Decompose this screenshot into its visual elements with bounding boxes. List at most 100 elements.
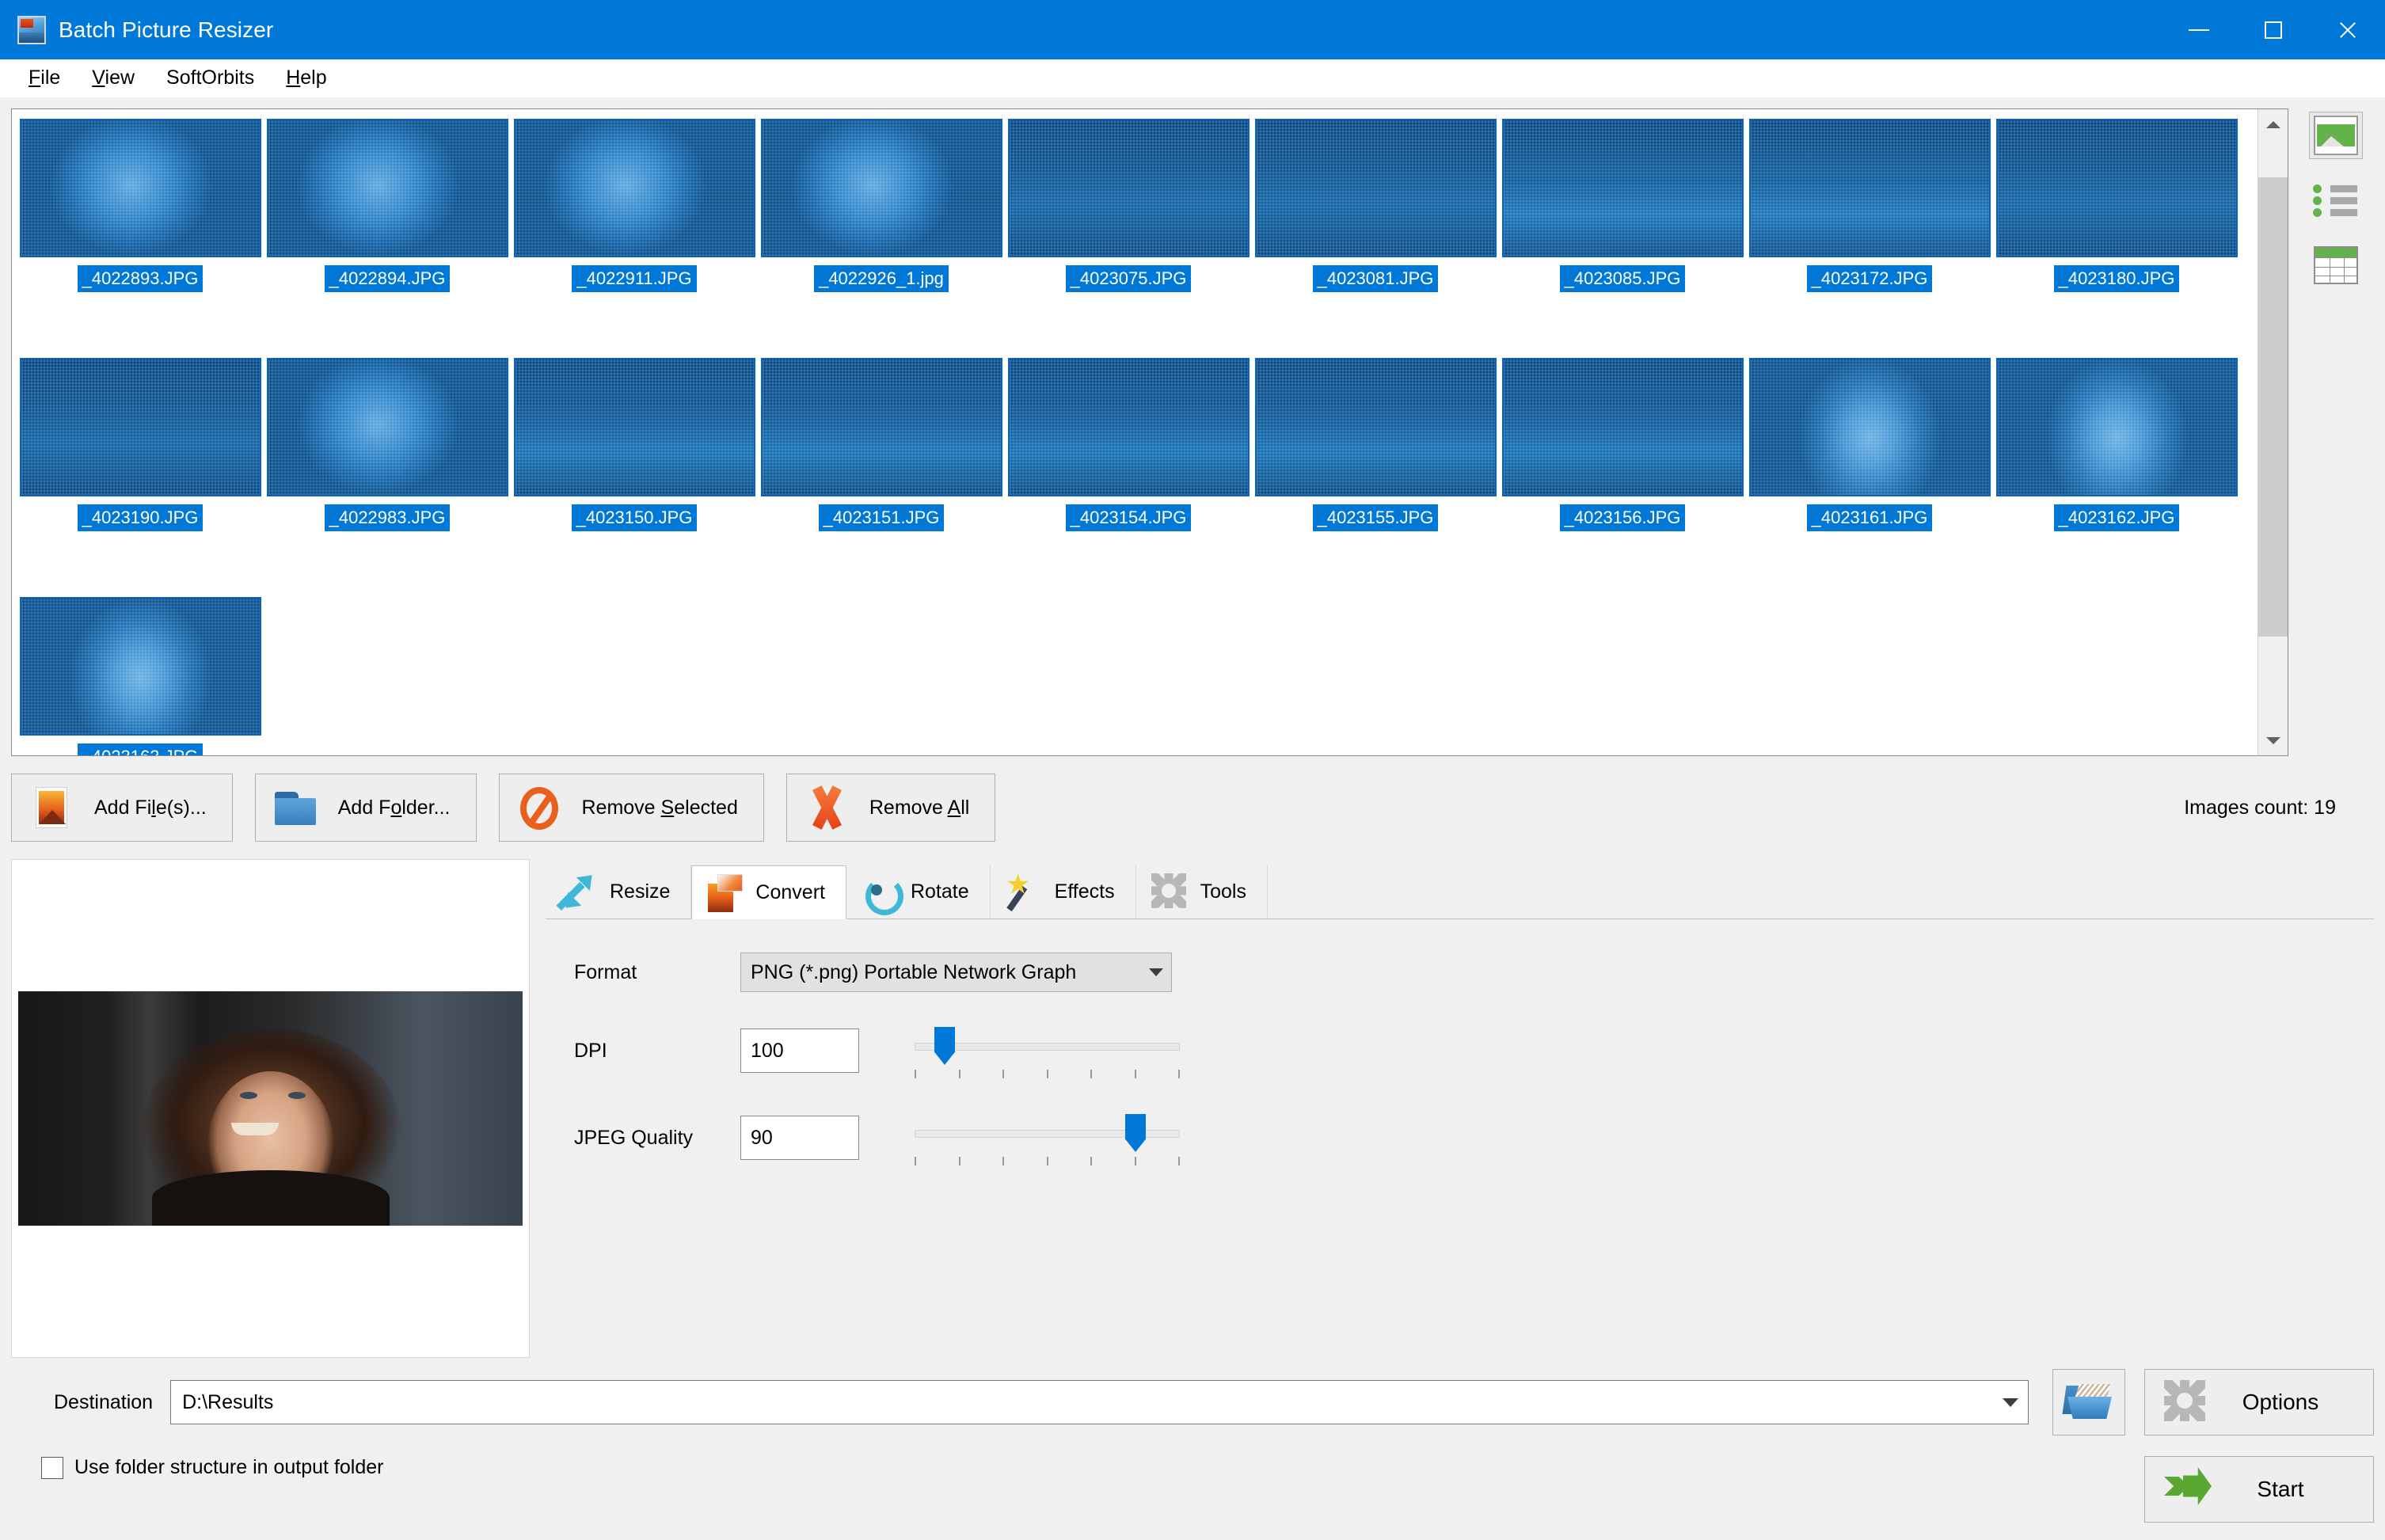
- thumbnail-item[interactable]: _4023156.JPG: [1499, 355, 1746, 594]
- thumbnail-image[interactable]: [19, 119, 261, 257]
- thumbnail-panel[interactable]: _4022893.JPG _4022894.JPG _4022911.JPG _402…: [11, 108, 2288, 756]
- menu-item-help[interactable]: Help: [270, 63, 342, 93]
- tab-convert[interactable]: Convert: [691, 865, 846, 919]
- start-button[interactable]: Start: [2144, 1456, 2374, 1523]
- scrollbar-thumb[interactable]: [2258, 177, 2288, 637]
- thumbnail-section: _4022893.JPG _4022894.JPG _4022911.JPG _402…: [11, 108, 2374, 756]
- scroll-down-icon: [2265, 736, 2280, 744]
- resize-arrow-icon: [558, 868, 599, 915]
- thumbnail-image[interactable]: [266, 119, 508, 257]
- thumbnail-label: _4022911.JPG: [572, 265, 697, 292]
- thumbnail-item[interactable]: _4023150.JPG: [511, 355, 758, 594]
- thumbnail-item[interactable]: _4023155.JPG: [1252, 355, 1499, 594]
- chevron-down-icon: [1149, 968, 1163, 976]
- jpeg-quality-slider[interactable]: [915, 1109, 1180, 1166]
- dpi-input[interactable]: 100: [740, 1029, 859, 1073]
- thumbnail-image[interactable]: [1995, 119, 2238, 257]
- jpeg-quality-input[interactable]: 90: [740, 1116, 859, 1160]
- thumbnail-label: _4023081.JPG: [1312, 265, 1439, 292]
- thumbnail-item[interactable]: _4022894.JPG: [264, 116, 511, 355]
- browse-folder-button[interactable]: [2052, 1369, 2125, 1435]
- view-mode-details-button[interactable]: [2309, 241, 2363, 289]
- jpeg-slider-ticks: [915, 1157, 1180, 1166]
- window-title: Batch Picture Resizer: [59, 17, 274, 42]
- minimize-button[interactable]: [2162, 0, 2236, 59]
- scroll-down-button[interactable]: [2258, 725, 2288, 755]
- thumbnail-item[interactable]: _4023161.JPG: [1746, 355, 1993, 594]
- thumbnail-item[interactable]: _4022983.JPG: [264, 355, 511, 594]
- jpeg-slider-handle[interactable]: [1125, 1114, 1146, 1152]
- thumbnail-image[interactable]: [1007, 358, 1250, 496]
- menu-item-file[interactable]: File: [13, 63, 76, 93]
- thumbnail-image[interactable]: [1007, 119, 1250, 257]
- thumbnail-item[interactable]: _4023190.JPG: [17, 355, 264, 594]
- thumbnail-image[interactable]: [1995, 358, 2238, 496]
- thumbnail-item[interactable]: _4023081.JPG: [1252, 116, 1499, 355]
- thumbnail-image[interactable]: [760, 358, 1002, 496]
- thumbnail-item[interactable]: _4023151.JPG: [758, 355, 1005, 594]
- thumbnail-label: _4022983.JPG: [324, 504, 451, 531]
- options-button[interactable]: Options: [2144, 1369, 2374, 1435]
- dpi-slider[interactable]: [915, 1022, 1180, 1079]
- dpi-value: 100: [751, 1039, 784, 1062]
- thumbnail-item[interactable]: _4023163.JPG: [17, 594, 264, 755]
- menu-item-view[interactable]: View: [76, 63, 150, 93]
- thumbnail-item[interactable]: _4022911.JPG: [511, 116, 758, 355]
- thumbnail-image[interactable]: [1748, 358, 1991, 496]
- destination-input[interactable]: D:\Results: [170, 1380, 2029, 1424]
- tab-rotate[interactable]: Rotate: [846, 865, 991, 918]
- menu-item-softorbits[interactable]: SoftOrbits: [150, 63, 270, 93]
- thumbnail-label: _4023154.JPG: [1065, 504, 1192, 531]
- view-mode-thumbnail-button[interactable]: [2309, 112, 2363, 159]
- thumbnail-image[interactable]: [1501, 358, 1744, 496]
- view-mode-list-button[interactable]: [2309, 177, 2363, 224]
- thumbnail-label: _4023172.JPG: [1806, 265, 1933, 292]
- thumbnail-item[interactable]: _4022926_1.jpg: [758, 116, 1005, 355]
- thumbnail-image[interactable]: [760, 119, 1002, 257]
- add-files-button[interactable]: Add File(s)...: [11, 774, 233, 842]
- thumbnail-grid[interactable]: _4022893.JPG _4022894.JPG _4022911.JPG _402…: [12, 109, 2258, 755]
- red-x-icon: [805, 785, 849, 830]
- thumbnail-label: _4023085.JPG: [1559, 265, 1686, 292]
- thumbnail-item[interactable]: _4022893.JPG: [17, 116, 264, 355]
- use-folder-structure-checkbox[interactable]: [41, 1456, 63, 1479]
- thumbnail-item[interactable]: _4023085.JPG: [1499, 116, 1746, 355]
- convert-image-icon: [706, 874, 744, 914]
- format-select[interactable]: PNG (*.png) Portable Network Graph: [740, 953, 1172, 992]
- thumbnail-image[interactable]: [513, 358, 755, 496]
- add-folder-button[interactable]: Add Folder...: [254, 774, 477, 842]
- use-folder-structure-row[interactable]: Use folder structure in output folder: [41, 1456, 2125, 1479]
- maximize-button[interactable]: [2236, 0, 2311, 59]
- thumbnail-item[interactable]: _4023075.JPG: [1005, 116, 1252, 355]
- remove-selected-button[interactable]: Remove Selected: [498, 774, 764, 842]
- thumbnail-item[interactable]: _4023162.JPG: [1993, 355, 2240, 594]
- thumbnail-label: _4022894.JPG: [324, 265, 451, 292]
- scroll-up-button[interactable]: [2258, 109, 2288, 139]
- tab-tools[interactable]: Tools: [1135, 865, 1268, 918]
- thumbnail-item[interactable]: _4023154.JPG: [1005, 355, 1252, 594]
- folder-icon: [273, 785, 318, 830]
- thumbnail-image[interactable]: [266, 358, 508, 496]
- thumbnail-image[interactable]: [19, 358, 261, 496]
- thumbnail-item[interactable]: _4023172.JPG: [1746, 116, 1993, 355]
- thumbnail-label: _4022893.JPG: [77, 265, 204, 292]
- scrollbar-track[interactable]: [2258, 139, 2288, 725]
- thumbnail-image[interactable]: [1748, 119, 1991, 257]
- view-mode-toolbar: [2298, 108, 2374, 756]
- thumbnail-label: _4023156.JPG: [1559, 504, 1686, 531]
- close-button[interactable]: [2311, 0, 2385, 59]
- remove-all-button[interactable]: Remove All: [785, 774, 996, 842]
- thumbnail-image[interactable]: [1254, 358, 1497, 496]
- thumbnail-image[interactable]: [19, 597, 261, 736]
- thumbnail-scrollbar[interactable]: [2258, 109, 2288, 755]
- tab-resize[interactable]: Resize: [546, 865, 692, 918]
- thumbnail-image[interactable]: [1501, 119, 1744, 257]
- thumbnail-item[interactable]: _4023180.JPG: [1993, 116, 2240, 355]
- dpi-slider-handle[interactable]: [934, 1027, 955, 1065]
- preview-image: [18, 991, 523, 1226]
- thumbnail-label: _4022926_1.jpg: [814, 265, 949, 292]
- dpi-row: DPI 100: [574, 1022, 2374, 1079]
- thumbnail-image[interactable]: [1254, 119, 1497, 257]
- thumbnail-image[interactable]: [513, 119, 755, 257]
- tab-effects[interactable]: Effects: [990, 865, 1136, 918]
